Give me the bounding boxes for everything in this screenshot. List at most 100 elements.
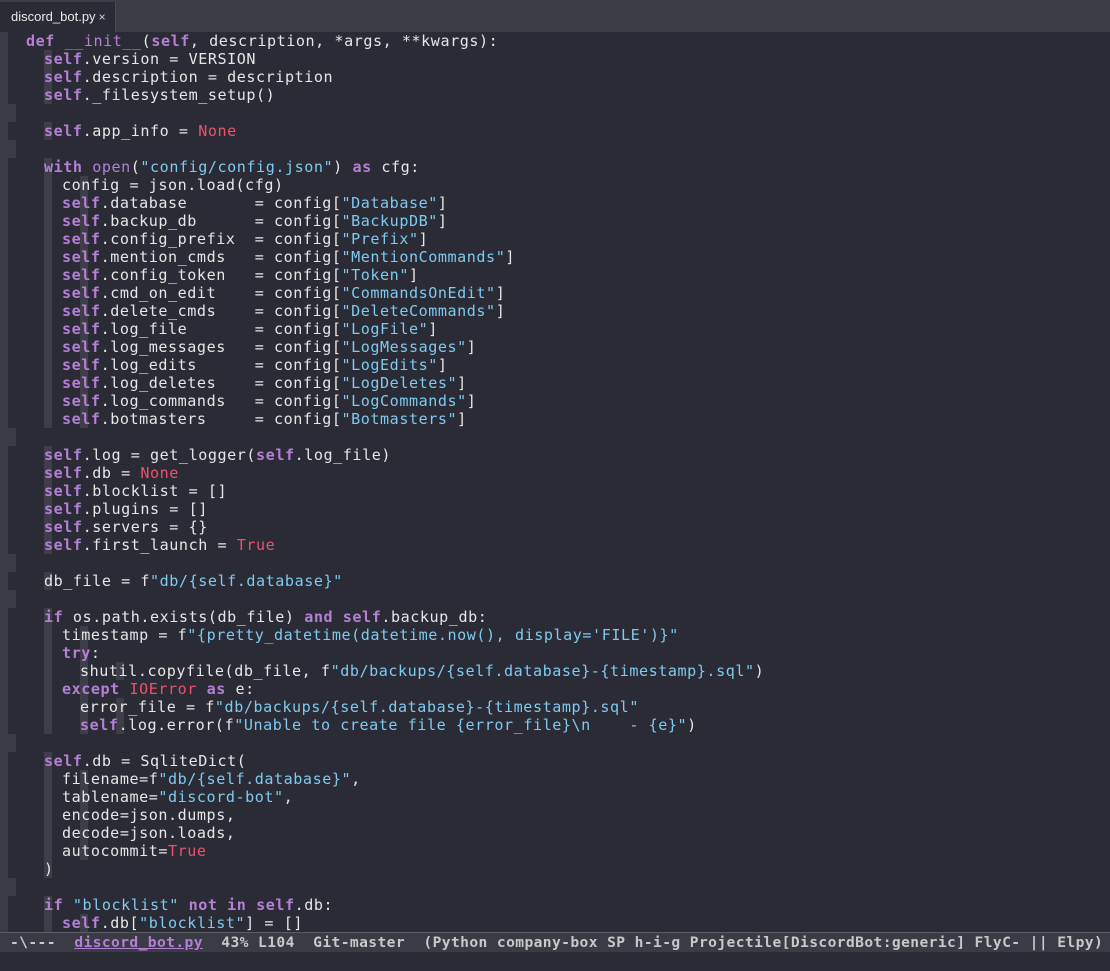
fringe (0, 482, 8, 500)
code-token: .blocklist = [] (82, 482, 228, 500)
indent-guide (44, 824, 52, 842)
code-token: ) (333, 158, 353, 176)
fringe (0, 842, 8, 860)
code-token: self (151, 32, 190, 50)
code-text: def __init__(self, description, *args, *… (26, 32, 498, 50)
code-token: .log_commands = config[ (100, 392, 342, 410)
code-line: self.blocklist = [] (0, 482, 1110, 500)
code-token: True (168, 842, 207, 860)
code-editor[interactable]: def __init__(self, description, *args, *… (0, 32, 1110, 932)
code-token: "config/config.json" (140, 158, 334, 176)
code-token: ] (408, 266, 419, 284)
code-token: self (62, 410, 101, 428)
code-token: ) (754, 662, 765, 680)
code-token: ] (495, 284, 506, 302)
code-token: ] (437, 212, 448, 230)
code-token: "db/backups/{self.database}-{timestamp}.… (330, 662, 755, 680)
code-text: self.app_info = None (44, 122, 237, 140)
code-token: as (206, 680, 226, 698)
code-text: self.description = description (44, 68, 333, 86)
code-token: .log_file = config[ (100, 320, 342, 338)
code-line: self.backup_db = config["BackupDB"] (0, 212, 1110, 230)
code-token: as (352, 158, 372, 176)
code-text: self.database = config["Database"] (62, 194, 448, 212)
code-token: self (44, 536, 83, 554)
indent-guide (44, 914, 52, 932)
code-token: "BackupDB" (341, 212, 438, 230)
code-token: "LogDeletes" (341, 374, 458, 392)
code-text: encode=json.dumps, (62, 806, 235, 824)
fringe (0, 734, 16, 752)
code-token: .first_launch = (82, 536, 237, 554)
code-line: self.log_deletes = config["LogDeletes"] (0, 374, 1110, 392)
code-token: self (256, 896, 295, 914)
code-line: self.delete_cmds = config["DeleteCommand… (0, 302, 1110, 320)
code-text: self.db["blocklist"] = [] (62, 914, 303, 932)
code-token: .db: (294, 896, 334, 914)
code-line: self.config_token = config["Token"] (0, 266, 1110, 284)
code-token: self (44, 464, 83, 482)
fringe (0, 770, 8, 788)
code-token: .log_file) (294, 446, 391, 464)
code-token: ] (457, 410, 467, 428)
code-text: self.botmasters = config["Botmasters"] (62, 410, 467, 428)
indent-guide (44, 788, 52, 806)
code-text: self._filesystem_setup() (44, 86, 275, 104)
code-line: self.plugins = [] (0, 500, 1110, 518)
code-token: "Prefix" (341, 230, 419, 248)
code-line: self.description = description (0, 68, 1110, 86)
code-token: self (44, 68, 83, 86)
code-line: config = json.load(cfg) (0, 176, 1110, 194)
code-line: self.version = VERSION (0, 50, 1110, 68)
indent-guide (44, 374, 52, 392)
code-text: self.cmd_on_edit = config["CommandsOnEdi… (62, 284, 505, 302)
code-token: try (62, 644, 91, 662)
code-token: self (80, 716, 119, 734)
code-line: self.first_launch = True (0, 536, 1110, 554)
code-text: if os.path.exists(db_file) and self.back… (44, 608, 487, 626)
code-token: db_file = f (44, 572, 151, 590)
code-token: .botmasters = config[ (100, 410, 342, 428)
close-icon[interactable]: × (99, 10, 106, 24)
code-token: ] (495, 302, 506, 320)
code-token: None (140, 464, 179, 482)
code-token: e: (225, 680, 255, 698)
code-token: IOError (129, 680, 197, 698)
fringe (0, 338, 8, 356)
code-token: self (44, 86, 83, 104)
code-line: self.database = config["Database"] (0, 194, 1110, 212)
fringe (0, 518, 8, 536)
code-token: def (26, 32, 55, 50)
code-token: .plugins = [] (82, 500, 208, 518)
code-token: "blocklist" (139, 914, 246, 932)
code-token: self (62, 392, 101, 410)
code-token: self (44, 482, 83, 500)
indent-guide (44, 842, 52, 860)
code-line: timestamp = f"{pretty_datetime(datetime.… (0, 626, 1110, 644)
code-line: self.config_prefix = config["Prefix"] (0, 230, 1110, 248)
fringe (0, 824, 8, 842)
code-text: config = json.load(cfg) (62, 176, 284, 194)
tab-discord-bot-py[interactable]: discord_bot.py × (0, 2, 116, 32)
code-token: ] (428, 320, 438, 338)
code-token: autocommit= (62, 842, 169, 860)
code-token: self (62, 356, 101, 374)
code-text: self.config_token = config["Token"] (62, 266, 419, 284)
code-line (0, 554, 1110, 572)
minibuffer[interactable] (0, 952, 1110, 971)
code-line: self.log.error(f"Unable to create file {… (0, 716, 1110, 734)
code-text: self.log.error(f"Unable to create file {… (80, 716, 697, 734)
code-token: ._filesystem_setup() (82, 86, 276, 104)
code-token: None (198, 122, 237, 140)
code-token: self (44, 50, 83, 68)
code-text: self.log = get_logger(self.log_file) (44, 446, 391, 464)
code-token: decode=json.loads, (62, 824, 236, 842)
modeline-buffer-name[interactable]: discord_bot.py (74, 934, 203, 951)
code-token: shutil.copyfile(db_file, f (80, 662, 331, 680)
code-token: filename=f (62, 770, 159, 788)
code-token: self (62, 248, 101, 266)
code-token: self (62, 194, 101, 212)
code-token: self (62, 284, 101, 302)
